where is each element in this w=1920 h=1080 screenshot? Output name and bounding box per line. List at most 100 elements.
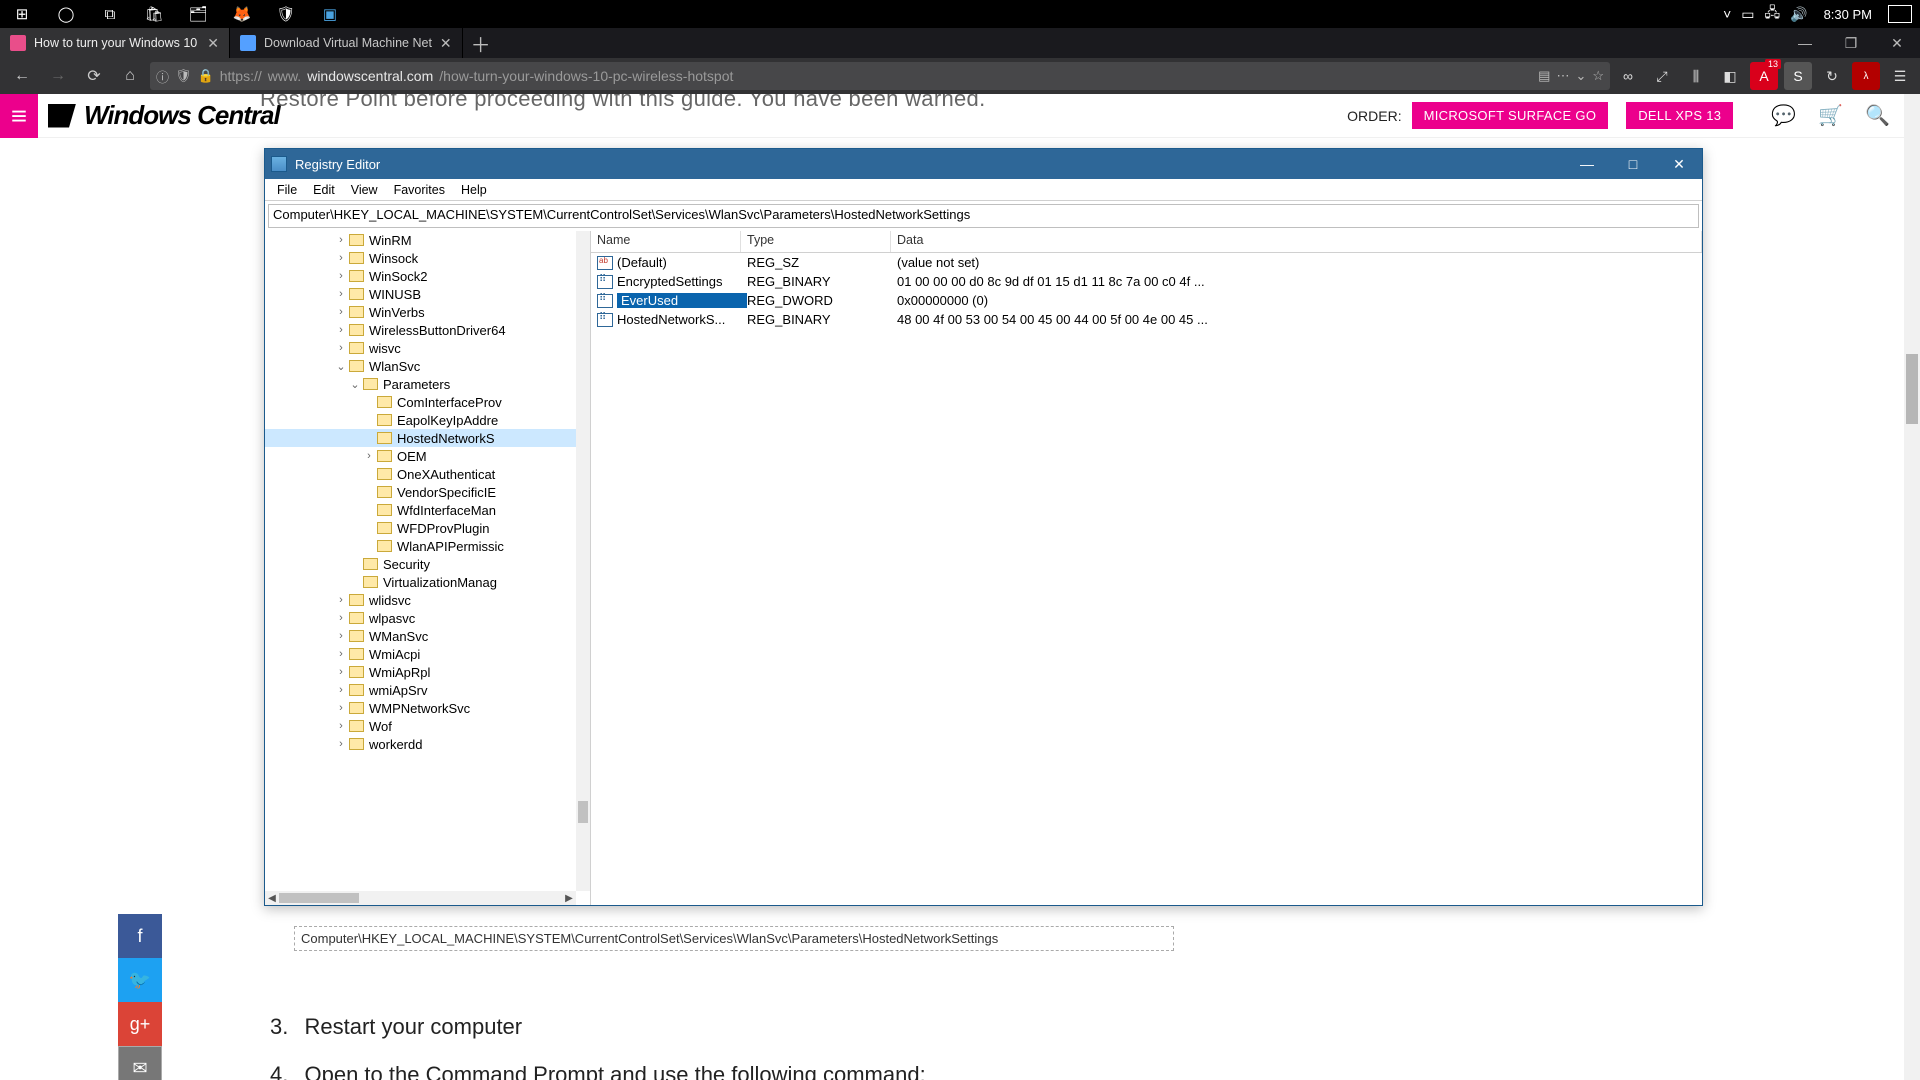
regedit-close-button[interactable]: ✕: [1656, 149, 1702, 179]
regedit-menu-item[interactable]: View: [343, 181, 386, 199]
sidebar-icon[interactable]: ◧: [1716, 62, 1744, 90]
tree-node[interactable]: ›WinVerbs: [265, 303, 576, 321]
url-bar[interactable]: ⓘ 🛡 🔒 https://www.windowscentral.com/how…: [150, 62, 1610, 90]
network-icon[interactable]: 🖧: [1765, 2, 1781, 26]
tree-node[interactable]: ⌄Parameters: [265, 375, 576, 393]
regedit-address-bar[interactable]: Computer\HKEY_LOCAL_MACHINE\SYSTEM\Curre…: [268, 204, 1699, 228]
tree-node[interactable]: ›WinSock2: [265, 267, 576, 285]
tree-node[interactable]: ›wlpasvc: [265, 609, 576, 627]
regedit-value-list[interactable]: Name Type Data (Default)REG_SZ(value not…: [591, 231, 1702, 905]
tree-expand-icon[interactable]: ›: [335, 324, 347, 336]
tree-node[interactable]: ›WManSvc: [265, 627, 576, 645]
battery-icon[interactable]: ▭: [1741, 6, 1754, 23]
regedit-value-row[interactable]: EncryptedSettingsREG_BINARY01 00 00 00 d…: [591, 272, 1702, 291]
chevron-up-icon[interactable]: ˅: [1723, 6, 1731, 22]
tree-node[interactable]: ›WINUSB: [265, 285, 576, 303]
regedit-maximize-button[interactable]: □: [1610, 149, 1656, 179]
tab-close-icon[interactable]: ✕: [207, 35, 219, 52]
tree-node[interactable]: ›Wof: [265, 717, 576, 735]
nav-reload-button[interactable]: ⟳: [78, 62, 110, 90]
tree-expand-icon[interactable]: ›: [335, 720, 347, 732]
regedit-menu-item[interactable]: Edit: [305, 181, 343, 199]
pocket-icon[interactable]: ⌄: [1575, 68, 1586, 84]
regedit-titlebar[interactable]: Registry Editor ― □ ✕: [265, 149, 1702, 179]
tree-expand-icon[interactable]: ›: [335, 684, 347, 696]
regedit-minimize-button[interactable]: ―: [1564, 149, 1610, 179]
vm-app-icon[interactable]: ▣: [310, 0, 350, 28]
nav-back-button[interactable]: ←: [6, 62, 38, 90]
tree-node[interactable]: ›WirelessButtonDriver64: [265, 321, 576, 339]
tree-expand-icon[interactable]: ›: [335, 270, 347, 282]
tree-node[interactable]: ›Winsock: [265, 249, 576, 267]
tree-node[interactable]: VendorSpecificIE: [265, 483, 576, 501]
firefox-icon[interactable]: 🦊: [222, 0, 262, 28]
store-icon[interactable]: 🛍: [134, 0, 174, 28]
regedit-tree-vscrollbar[interactable]: [576, 231, 590, 891]
share-facebook-button[interactable]: f: [118, 914, 162, 958]
cortana-icon[interactable]: ◯: [46, 0, 86, 28]
library-icon[interactable]: ⫼: [1682, 62, 1710, 90]
tree-node[interactable]: EapolKeyIpAddre: [265, 411, 576, 429]
tree-expand-icon[interactable]: ›: [335, 306, 347, 318]
window-maximize-button[interactable]: ❐: [1828, 28, 1874, 58]
window-minimize-button[interactable]: ―: [1782, 28, 1828, 58]
tree-node[interactable]: VirtualizationManag: [265, 573, 576, 591]
taskbar-clock[interactable]: 8:30 PM: [1818, 7, 1878, 22]
tree-node[interactable]: ⌄WlanSvc: [265, 357, 576, 375]
tree-node[interactable]: ›OEM: [265, 447, 576, 465]
firefox-menu-icon[interactable]: ☰: [1886, 62, 1914, 90]
sync-extension-icon[interactable]: ↻: [1818, 62, 1846, 90]
tree-node[interactable]: ›wisvc: [265, 339, 576, 357]
regedit-value-row[interactable]: EverUsedREG_DWORD0x00000000 (0): [591, 291, 1702, 310]
stylus-extension-icon[interactable]: S: [1784, 62, 1812, 90]
col-name[interactable]: Name: [591, 231, 741, 252]
tab-close-icon[interactable]: ✕: [440, 35, 452, 52]
tree-expand-icon[interactable]: ›: [335, 630, 347, 642]
nav-forward-button[interactable]: →: [42, 62, 74, 90]
tree-expand-icon[interactable]: ›: [363, 450, 375, 462]
site-logo[interactable]: Windows Central: [38, 100, 290, 131]
tree-node[interactable]: ›WmiAcpi: [265, 645, 576, 663]
new-tab-button[interactable]: ＋: [463, 28, 499, 58]
regedit-menu-item[interactable]: File: [269, 181, 305, 199]
file-explorer-icon[interactable]: 🗂: [178, 0, 218, 28]
tree-node[interactable]: ›wlidsvc: [265, 591, 576, 609]
col-type[interactable]: Type: [741, 231, 891, 252]
regedit-tree[interactable]: ›WinRM›Winsock›WinSock2›WINUSB›WinVerbs›…: [265, 231, 591, 905]
col-data[interactable]: Data: [891, 231, 1702, 252]
tree-node[interactable]: ›WmiApRpl: [265, 663, 576, 681]
page-vscrollbar[interactable]: [1904, 94, 1920, 1080]
pdf-extension-icon[interactable]: λ: [1852, 62, 1880, 90]
shield-icon[interactable]: 🛡: [175, 68, 192, 84]
tree-expand-icon[interactable]: ›: [335, 666, 347, 678]
tree-expand-icon[interactable]: ›: [335, 702, 347, 714]
share-twitter-button[interactable]: 🐦: [118, 958, 162, 1002]
regedit-menu-item[interactable]: Help: [453, 181, 495, 199]
tree-expand-icon[interactable]: ⌄: [349, 378, 361, 391]
tree-node[interactable]: WfdInterfaceMan: [265, 501, 576, 519]
regedit-value-row[interactable]: (Default)REG_SZ(value not set): [591, 253, 1702, 272]
tree-expand-icon[interactable]: ›: [335, 288, 347, 300]
tree-expand-icon[interactable]: ›: [335, 342, 347, 354]
nav-home-button[interactable]: ⌂: [114, 62, 146, 90]
tree-expand-icon[interactable]: ›: [335, 612, 347, 624]
site-info-icon[interactable]: ⓘ: [156, 67, 169, 86]
site-menu-button[interactable]: [0, 94, 38, 138]
task-view-icon[interactable]: ⧉: [90, 0, 130, 28]
tree-expand-icon[interactable]: ›: [335, 594, 347, 606]
tree-node[interactable]: ›workerdd: [265, 735, 576, 753]
share-email-button[interactable]: ✉: [118, 1046, 162, 1080]
tree-node[interactable]: ›WMPNetworkSvc: [265, 699, 576, 717]
regedit-tree-hscrollbar[interactable]: ◀▶: [265, 891, 576, 905]
defender-icon[interactable]: 🛡: [266, 0, 306, 28]
tree-node[interactable]: ›WinRM: [265, 231, 576, 249]
browser-tab[interactable]: Download Virtual Machine Net✕: [230, 28, 463, 58]
regedit-menu-item[interactable]: Favorites: [386, 181, 453, 199]
tree-expand-icon[interactable]: ›: [335, 648, 347, 660]
regedit-list-header[interactable]: Name Type Data: [591, 231, 1702, 253]
tree-node[interactable]: OneXAuthenticat: [265, 465, 576, 483]
resize-extension-icon[interactable]: ⤢: [1648, 62, 1676, 90]
tree-node[interactable]: Security: [265, 555, 576, 573]
tree-node[interactable]: ›wmiApSrv: [265, 681, 576, 699]
url-actions-icon[interactable]: ⋯: [1556, 68, 1569, 84]
